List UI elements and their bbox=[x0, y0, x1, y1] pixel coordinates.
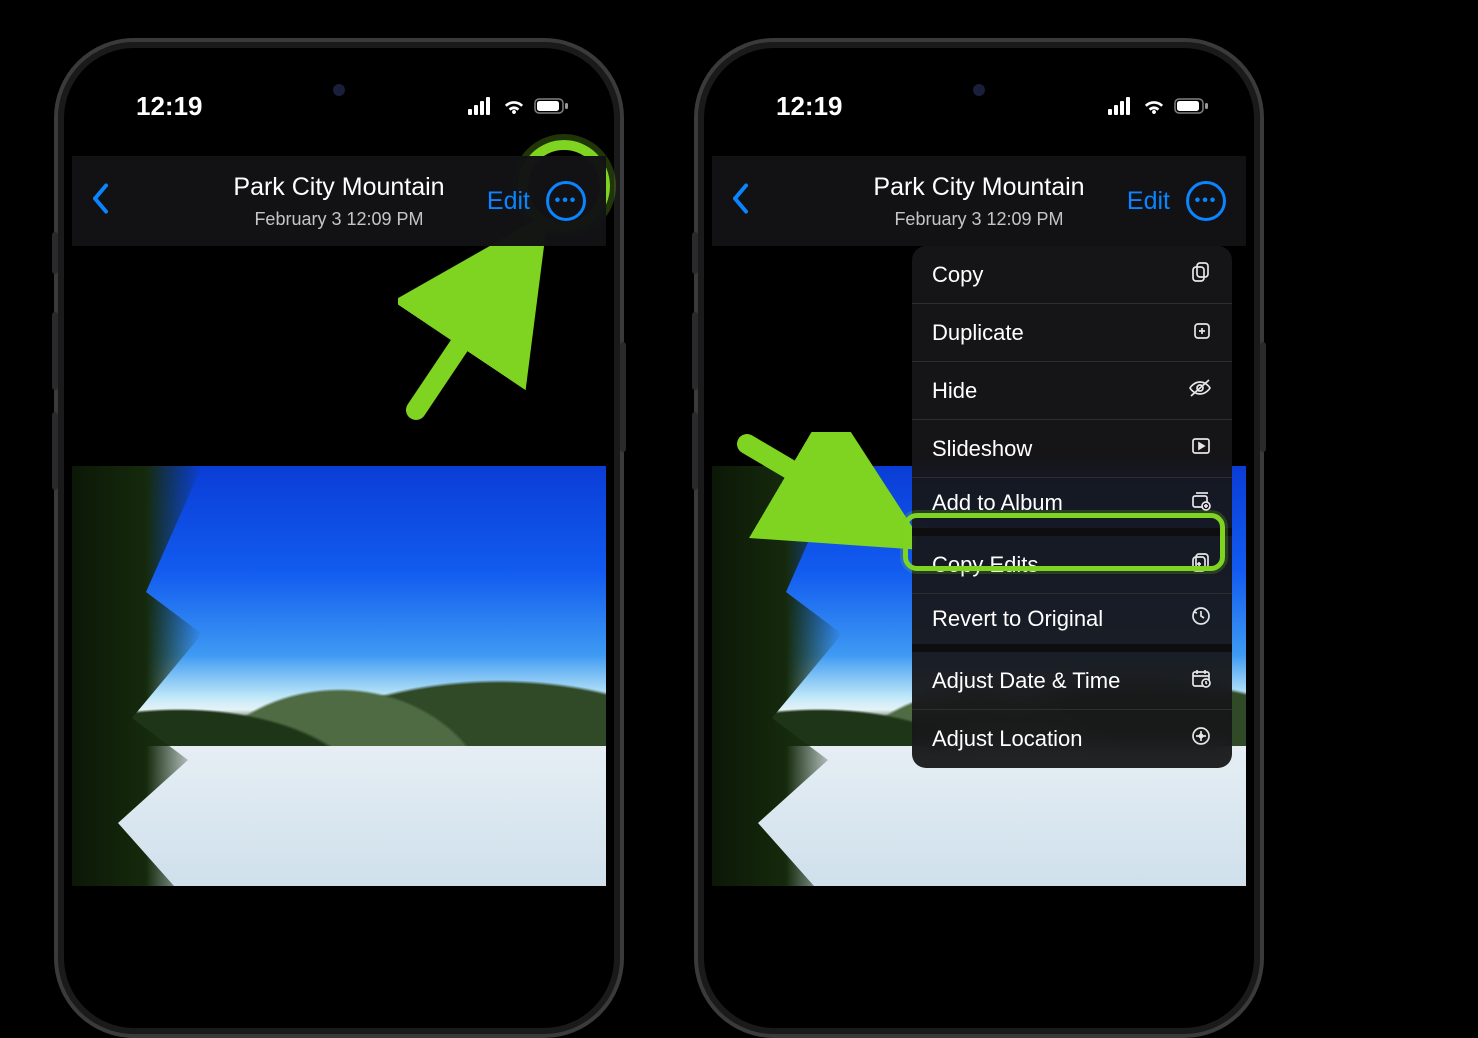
status-time: 12:19 bbox=[136, 91, 203, 122]
back-button[interactable] bbox=[90, 183, 110, 220]
cellular-icon bbox=[1108, 91, 1134, 122]
hide-icon bbox=[1188, 377, 1212, 405]
revert-icon bbox=[1190, 605, 1212, 633]
menu-item-adjust-date[interactable]: Adjust Date & Time bbox=[912, 652, 1232, 710]
copy-icon bbox=[1190, 261, 1212, 289]
copy-edits-icon bbox=[1190, 551, 1212, 579]
edit-button[interactable]: Edit bbox=[1127, 187, 1170, 216]
more-button[interactable]: ••• bbox=[1186, 181, 1226, 221]
cellular-icon bbox=[468, 91, 494, 122]
calendar-icon bbox=[1190, 667, 1212, 695]
slideshow-icon bbox=[1190, 435, 1212, 463]
navbar: Park City Mountain February 3 12:09 PM E… bbox=[72, 156, 606, 246]
duplicate-icon bbox=[1190, 319, 1212, 347]
back-button[interactable] bbox=[730, 183, 750, 220]
wifi-icon bbox=[502, 91, 526, 122]
menu-item-duplicate[interactable]: Duplicate bbox=[912, 304, 1232, 362]
wifi-icon bbox=[1142, 91, 1166, 122]
menu-label: Add to Album bbox=[932, 490, 1063, 516]
battery-icon bbox=[534, 91, 570, 122]
menu-label: Revert to Original bbox=[932, 606, 1103, 632]
edit-button[interactable]: Edit bbox=[487, 187, 530, 216]
nav-title: Park City Mountain bbox=[873, 171, 1084, 204]
menu-label: Hide bbox=[932, 378, 977, 404]
menu-item-copy[interactable]: Copy bbox=[912, 246, 1232, 304]
menu-item-hide[interactable]: Hide bbox=[912, 362, 1232, 420]
nav-subtitle: February 3 12:09 PM bbox=[233, 208, 444, 231]
status-time: 12:19 bbox=[776, 91, 843, 122]
menu-label: Adjust Location bbox=[932, 726, 1082, 752]
nav-title: Park City Mountain bbox=[233, 171, 444, 204]
phone-left: 12:19 Park City Mountain February 3 12:0… bbox=[54, 38, 624, 1038]
annotation-arrow bbox=[735, 432, 915, 562]
location-icon bbox=[1190, 725, 1212, 753]
annotation-arrow bbox=[398, 218, 558, 428]
navbar: Park City Mountain February 3 12:09 PM E… bbox=[712, 156, 1246, 246]
menu-label: Adjust Date & Time bbox=[932, 668, 1120, 694]
menu-label: Copy bbox=[932, 262, 983, 288]
nav-subtitle: February 3 12:09 PM bbox=[873, 208, 1084, 231]
menu-item-revert[interactable]: Revert to Original bbox=[912, 594, 1232, 652]
menu-item-adjust-location[interactable]: Adjust Location bbox=[912, 710, 1232, 768]
menu-label: Copy Edits bbox=[932, 552, 1038, 578]
album-icon bbox=[1190, 489, 1212, 517]
battery-icon bbox=[1174, 91, 1210, 122]
menu-item-copy-edits[interactable]: Copy Edits bbox=[912, 536, 1232, 594]
menu-label: Slideshow bbox=[932, 436, 1032, 462]
menu-item-add-to-album[interactable]: Add to Album bbox=[912, 478, 1232, 536]
photo-viewer[interactable] bbox=[72, 466, 606, 886]
menu-item-slideshow[interactable]: Slideshow bbox=[912, 420, 1232, 478]
menu-label: Duplicate bbox=[932, 320, 1024, 346]
notch bbox=[884, 62, 1074, 118]
notch bbox=[244, 62, 434, 118]
more-button[interactable]: ••• bbox=[546, 181, 586, 221]
context-menu: Copy Duplicate Hide Slideshow Add to Alb… bbox=[912, 246, 1232, 768]
